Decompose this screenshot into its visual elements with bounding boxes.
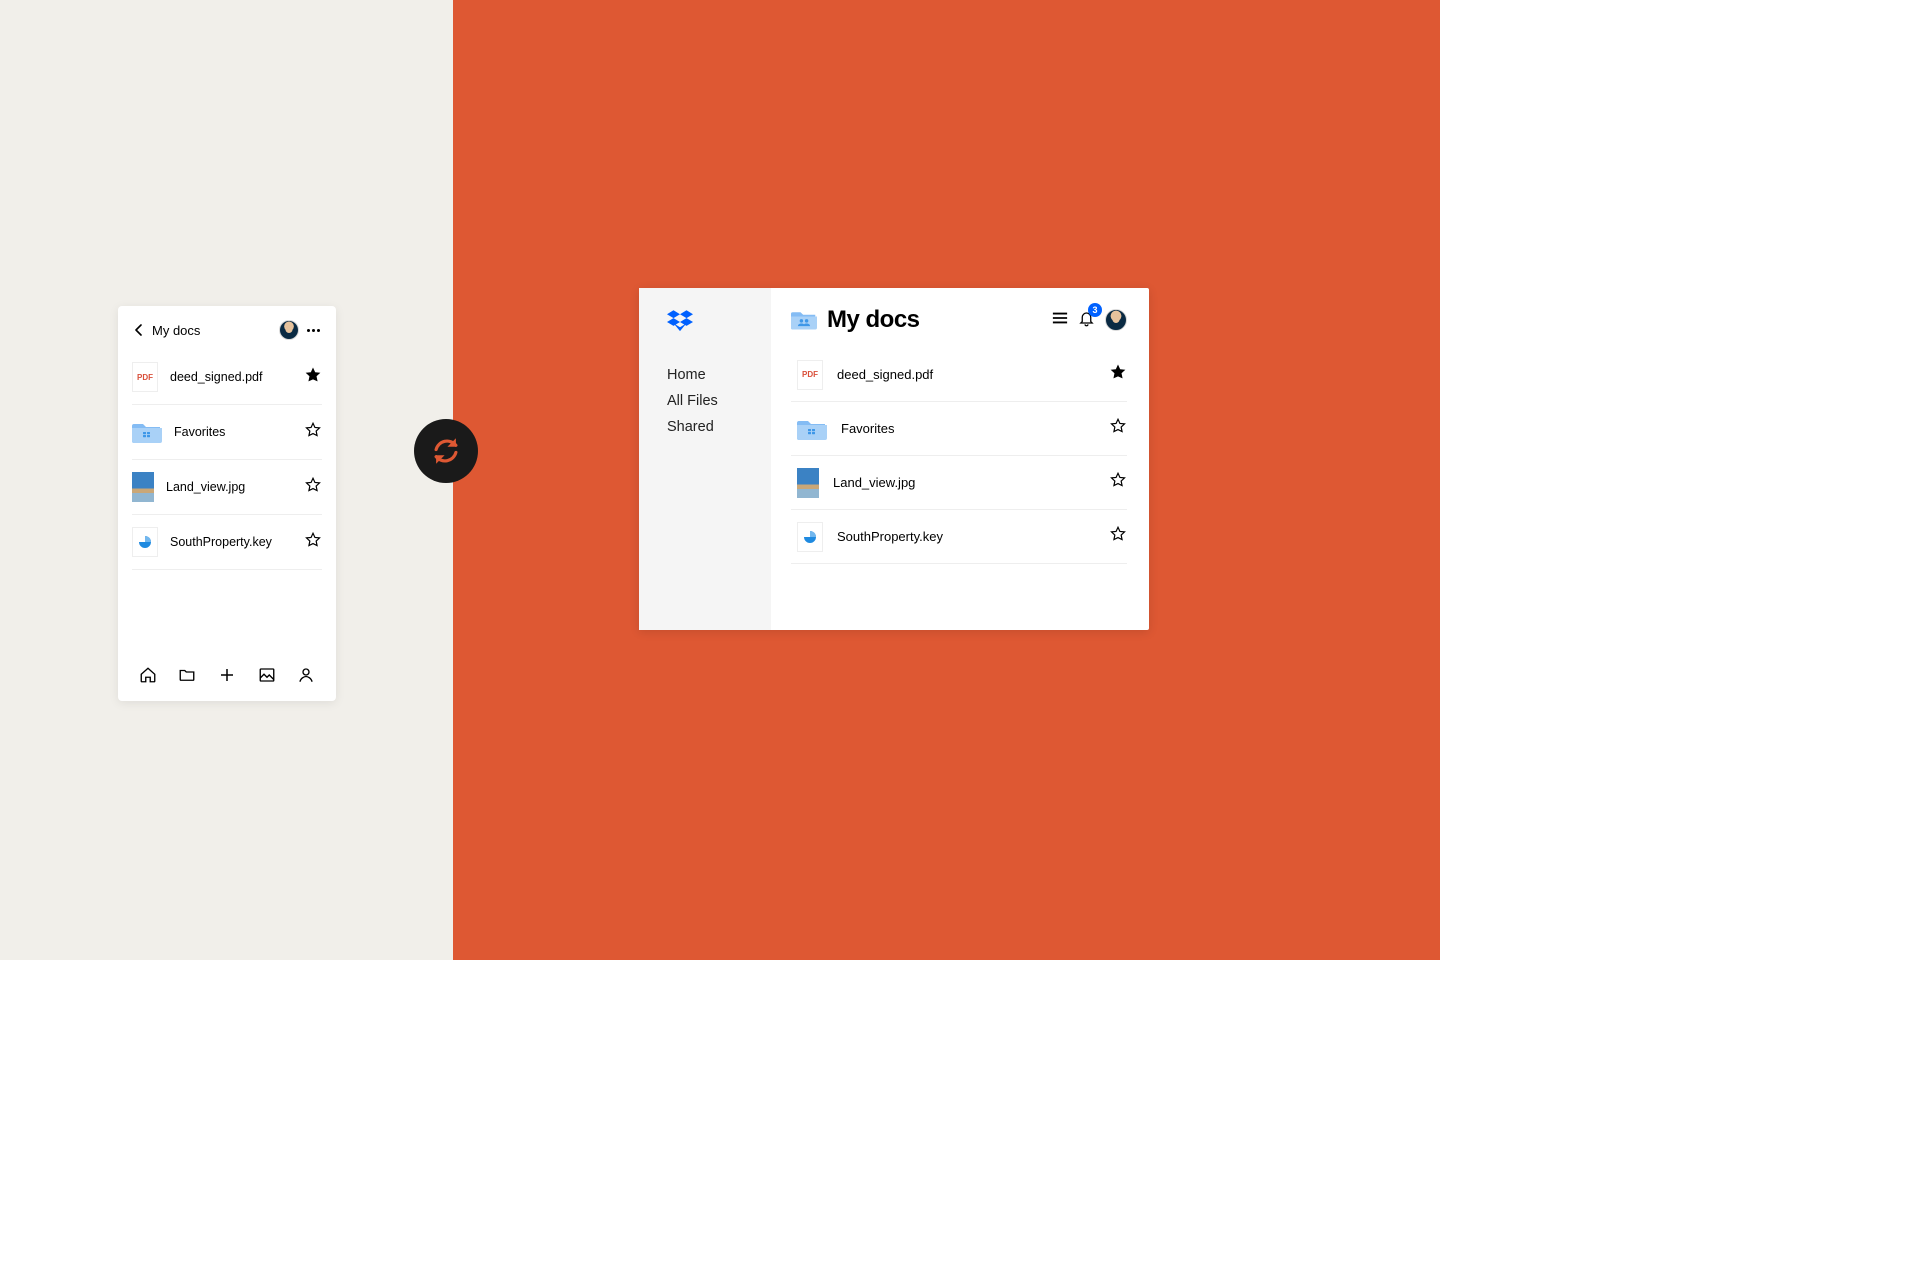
desktop-sidebar: Home All Files Shared bbox=[639, 288, 771, 630]
file-row[interactable]: Favorites bbox=[791, 402, 1127, 456]
file-row[interactable]: Favorites bbox=[132, 405, 322, 460]
file-name: Land_view.jpg bbox=[833, 475, 1095, 490]
file-row[interactable]: PDF deed_signed.pdf bbox=[132, 350, 322, 405]
star-icon[interactable] bbox=[1109, 363, 1127, 386]
image-thumbnail bbox=[797, 468, 819, 498]
file-name: Land_view.jpg bbox=[166, 480, 292, 494]
file-row[interactable]: Land_view.jpg bbox=[791, 456, 1127, 510]
file-name: deed_signed.pdf bbox=[170, 370, 292, 384]
pdf-icon: PDF bbox=[797, 360, 823, 390]
list-view-icon[interactable] bbox=[1052, 311, 1068, 330]
dropbox-logo-icon[interactable] bbox=[667, 310, 771, 339]
star-outline-icon[interactable] bbox=[304, 531, 322, 554]
tab-photos-icon[interactable] bbox=[257, 665, 277, 685]
nav-home[interactable]: Home bbox=[667, 367, 771, 383]
image-thumbnail bbox=[132, 472, 154, 502]
mobile-tabbar bbox=[118, 653, 336, 701]
star-outline-icon[interactable] bbox=[304, 421, 322, 444]
file-row[interactable]: SouthProperty.key bbox=[791, 510, 1127, 564]
notification-badge: 3 bbox=[1088, 303, 1102, 317]
keynote-icon bbox=[797, 522, 823, 552]
star-outline-icon[interactable] bbox=[1109, 471, 1127, 494]
desktop-nav: Home All Files Shared bbox=[667, 367, 771, 435]
pdf-icon: PDF bbox=[132, 362, 158, 392]
desktop-header: My docs 3 bbox=[791, 306, 1127, 348]
star-outline-icon[interactable] bbox=[1109, 417, 1127, 440]
file-row[interactable]: PDF deed_signed.pdf bbox=[791, 348, 1127, 402]
file-name: Favorites bbox=[841, 421, 1095, 436]
nav-shared[interactable]: Shared bbox=[667, 419, 771, 435]
star-outline-icon[interactable] bbox=[304, 476, 322, 499]
mobile-header: My docs bbox=[118, 306, 336, 350]
tab-files-icon[interactable] bbox=[177, 665, 197, 685]
file-row[interactable]: Land_view.jpg bbox=[132, 460, 322, 515]
file-name: deed_signed.pdf bbox=[837, 367, 1095, 382]
file-row[interactable]: SouthProperty.key bbox=[132, 515, 322, 570]
avatar[interactable] bbox=[1105, 309, 1127, 331]
more-menu-button[interactable] bbox=[305, 329, 322, 332]
file-name: Favorites bbox=[174, 425, 292, 439]
desktop-file-list: PDF deed_signed.pdf Favorites Land_view.… bbox=[791, 348, 1127, 564]
file-name: SouthProperty.key bbox=[170, 535, 292, 549]
star-icon[interactable] bbox=[304, 366, 322, 389]
tab-add-icon[interactable] bbox=[217, 665, 237, 685]
mobile-file-list: PDF deed_signed.pdf Favorites Land_view.… bbox=[118, 350, 336, 570]
folder-icon bbox=[132, 419, 162, 445]
desktop-main: My docs 3 PDF deed_signed.pdf bbox=[771, 288, 1149, 630]
file-name: SouthProperty.key bbox=[837, 529, 1095, 544]
mobile-app-card: My docs PDF deed_signed.pdf Favorites La… bbox=[118, 306, 336, 701]
back-button[interactable] bbox=[132, 323, 146, 337]
mobile-folder-title: My docs bbox=[152, 323, 200, 338]
keynote-icon bbox=[132, 527, 158, 557]
notifications-button[interactable]: 3 bbox=[1078, 309, 1095, 332]
tab-home-icon[interactable] bbox=[138, 665, 158, 685]
sync-icon bbox=[414, 419, 478, 483]
avatar[interactable] bbox=[279, 320, 299, 340]
desktop-app-card: Home All Files Shared My docs 3 bbox=[639, 288, 1149, 630]
tab-account-icon[interactable] bbox=[296, 665, 316, 685]
desktop-folder-title: My docs bbox=[827, 306, 1042, 334]
star-outline-icon[interactable] bbox=[1109, 525, 1127, 548]
folder-icon bbox=[797, 416, 827, 442]
shared-folder-icon bbox=[791, 309, 817, 331]
nav-allfiles[interactable]: All Files bbox=[667, 393, 771, 409]
